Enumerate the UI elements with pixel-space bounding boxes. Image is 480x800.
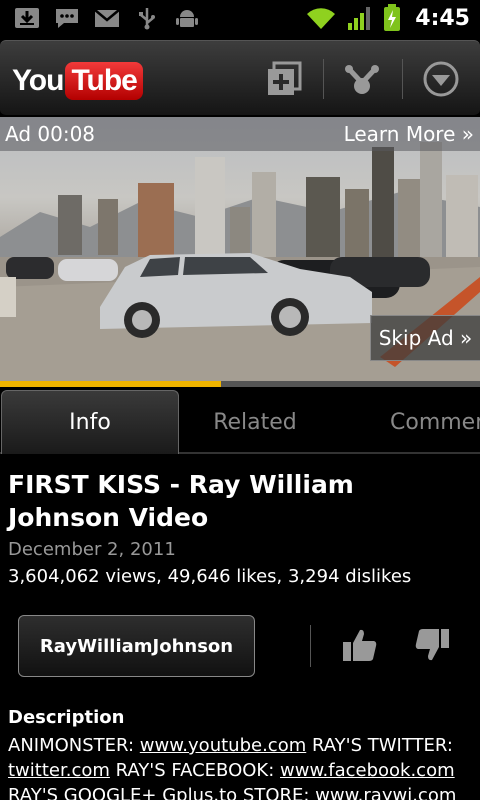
like-thumbs-up-icon[interactable] xyxy=(340,625,380,665)
more-menu-button[interactable] xyxy=(419,57,463,101)
tab-bar: Info Related Comments xyxy=(0,390,480,454)
action-bar-divider xyxy=(323,59,324,99)
add-to-playlist-button[interactable] xyxy=(262,57,306,101)
clock: 4:45 xyxy=(415,5,470,31)
description-heading: Description xyxy=(8,707,125,728)
video-stats: 3,604,062 views, 49,646 likes, 3,294 dis… xyxy=(8,566,412,587)
video-player[interactable]: Ad 00:08 Learn More » Skip Ad » xyxy=(0,117,480,385)
action-bar-divider xyxy=(402,59,403,99)
description-text: ANIMONSTER: www.youtube.com RAY'S TWITTE… xyxy=(8,733,478,800)
wifi-icon xyxy=(307,8,336,30)
share-icon xyxy=(345,65,379,94)
battery-charging-icon xyxy=(384,4,401,31)
desc-text: RAY'S TWITTER: xyxy=(306,735,453,756)
download-icon xyxy=(15,8,39,28)
ad-timer: Ad 00:08 xyxy=(5,122,96,146)
learn-more-link[interactable]: Learn More » xyxy=(344,122,474,146)
video-progress-bar[interactable] xyxy=(0,381,480,387)
desc-text: ANIMONSTER: xyxy=(8,735,140,756)
chat-icon xyxy=(56,9,78,28)
channel-button[interactable]: RayWilliamJohnson xyxy=(18,615,255,677)
tab-related[interactable]: Related xyxy=(180,390,330,454)
signal-icon xyxy=(348,7,371,30)
ad-overlay-bar: Ad 00:08 Learn More » xyxy=(0,117,480,151)
desc-link-twitter[interactable]: twitter.com xyxy=(8,760,110,781)
upload-date: December 2, 2011 xyxy=(8,539,176,560)
more-menu-icon xyxy=(423,61,459,97)
status-bar: 4:45 xyxy=(0,0,480,38)
dislike-thumbs-down-icon[interactable] xyxy=(412,625,452,665)
gmail-icon xyxy=(94,9,120,27)
desc-link-store[interactable]: www.raywj.com xyxy=(315,785,456,800)
desc-text: RAY'S FACEBOOK: xyxy=(109,760,280,781)
skip-ad-button[interactable]: Skip Ad » xyxy=(370,315,480,361)
desc-link-youtube[interactable]: www.youtube.com xyxy=(140,735,306,756)
desc-text: RAY'S GOOGLE+ Gplus.to STORE: xyxy=(8,785,316,800)
desc-link-facebook[interactable]: www.facebook.com xyxy=(280,760,455,781)
android-debug-icon xyxy=(176,10,198,27)
video-progress-fill xyxy=(0,381,221,387)
tab-comments[interactable]: Comments xyxy=(390,390,480,454)
rating-divider xyxy=(310,625,311,667)
video-title: FIRST KISS - Ray William Johnson Video xyxy=(8,470,354,532)
logo-you: You xyxy=(12,64,64,97)
tab-info[interactable]: Info xyxy=(1,390,179,454)
youtube-logo[interactable]: You Tube xyxy=(12,62,143,100)
share-button[interactable] xyxy=(340,57,384,101)
action-bar: You Tube xyxy=(0,40,480,116)
add-to-playlist-icon xyxy=(268,61,302,95)
logo-tube: Tube xyxy=(65,62,143,100)
usb-icon xyxy=(139,8,155,30)
